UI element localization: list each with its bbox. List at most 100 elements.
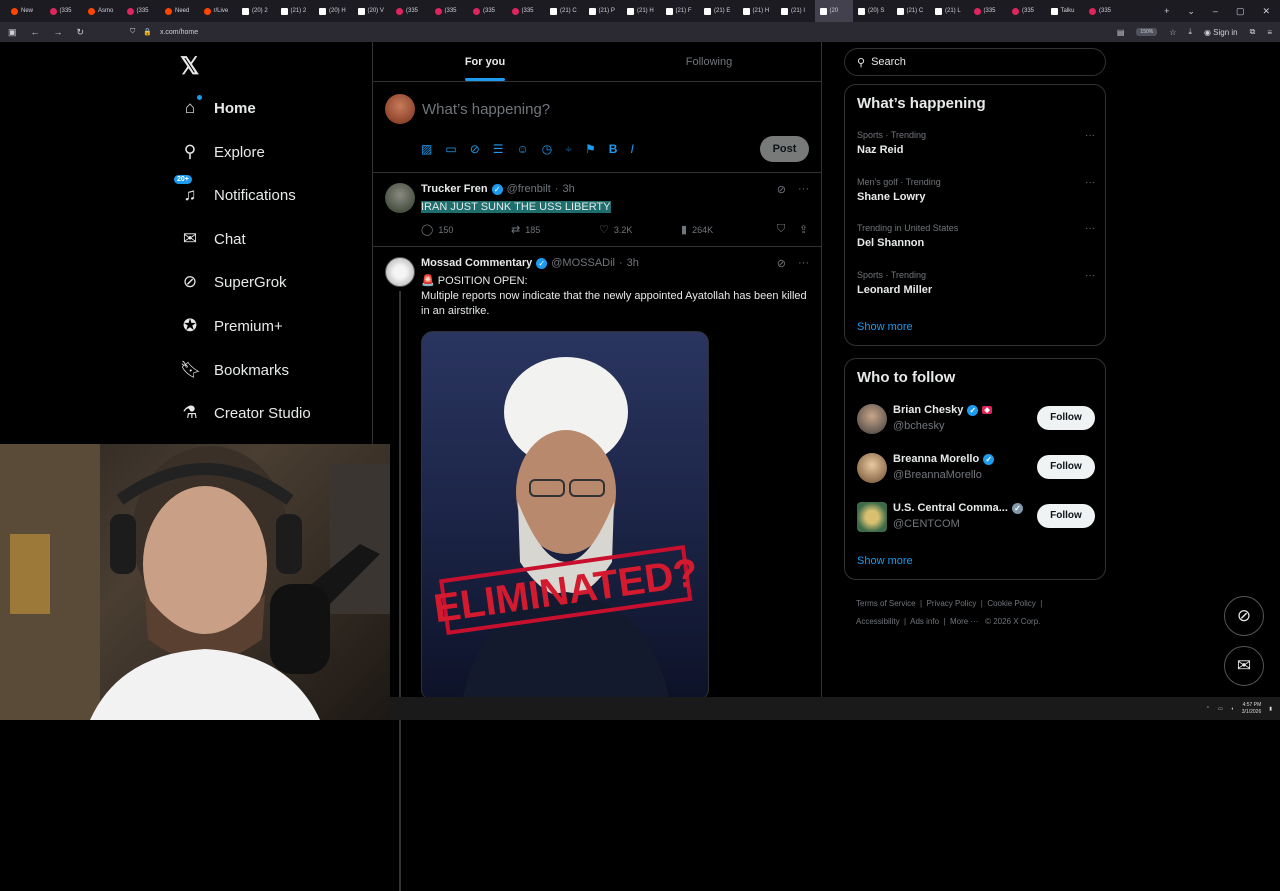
footer-link[interactable]: More ··· <box>950 617 978 626</box>
browser-tab[interactable]: (20) H <box>314 0 353 22</box>
follow-suggestion[interactable]: U.S. Central Comma... ✓ @CENTCOM Follow <box>857 502 1095 536</box>
browser-tab[interactable]: (20) S <box>853 0 892 22</box>
nav-item-chat[interactable]: ✉ Chat <box>180 229 246 249</box>
follow-suggestion[interactable]: Breanna Morello ✓ @BreannaMorello Follow <box>857 453 1095 487</box>
compose-input[interactable]: What’s happening? <box>422 101 550 118</box>
close-icon[interactable]: ✕ <box>1262 6 1270 17</box>
browser-tab[interactable]: Asmo <box>83 0 122 22</box>
browser-tab[interactable]: (335 <box>969 0 1008 22</box>
reload-icon[interactable]: ↻ <box>77 27 85 38</box>
browser-tab[interactable]: r/Live <box>199 0 238 22</box>
download-icon[interactable]: ⤓ <box>1188 27 1192 37</box>
speaker-icon[interactable]: ◖ <box>1231 706 1234 712</box>
tweet-avatar[interactable] <box>385 183 415 213</box>
grok-fab-button[interactable]: ⊘ <box>1224 596 1264 636</box>
zoom-level[interactable]: 150% <box>1136 28 1158 36</box>
avatar[interactable] <box>857 404 887 434</box>
new-tab-icon[interactable]: + <box>1164 6 1169 16</box>
tweet[interactable]: Mossad Commentary ✓ @MOSSADil · 3h ⊘ ···… <box>373 247 821 891</box>
clock[interactable]: 4:57 PM 3/1/2026 <box>1242 702 1261 716</box>
browser-tab[interactable]: Talku <box>1046 0 1085 22</box>
follow-button[interactable]: Follow <box>1037 504 1095 528</box>
emoji-icon[interactable]: ☺ <box>517 142 529 157</box>
more-icon[interactable]: ··· <box>798 183 809 196</box>
star-icon[interactable]: ☆ <box>1169 28 1176 37</box>
trend-item[interactable]: Trending in United States Del Shannon ··… <box>857 223 1095 249</box>
address-bar[interactable]: ⛉ 🔒 x.com/home <box>130 28 198 36</box>
share-button[interactable]: ⇪ <box>799 223 808 236</box>
avatar[interactable] <box>857 502 887 532</box>
browser-tab[interactable]: (335 <box>1007 0 1046 22</box>
tweet-author[interactable]: Mossad Commentary <box>421 257 532 269</box>
post-button[interactable]: Post <box>760 136 809 162</box>
browser-tab[interactable]: (335 <box>122 0 161 22</box>
tweet-time[interactable]: 3h <box>563 183 575 195</box>
browser-tab[interactable]: (335 <box>45 0 84 22</box>
browser-tab[interactable]: (21) 2 <box>276 0 315 22</box>
nav-item-supergrok[interactable]: ⊘ SuperGrok <box>180 272 287 292</box>
extensions-icon[interactable]: ⧉ <box>1250 27 1256 37</box>
trend-item[interactable]: Men's golf · Trending Shane Lowry ··· <box>857 177 1095 203</box>
sidebar-icon[interactable]: ▣ <box>8 27 17 38</box>
flag-icon[interactable]: ⚑ <box>585 142 596 157</box>
grok-icon[interactable]: ⊘ <box>470 142 480 157</box>
browser-tab[interactable]: (335 <box>507 0 546 22</box>
follow-button[interactable]: Follow <box>1037 455 1095 479</box>
browser-tab[interactable]: (21) E <box>699 0 738 22</box>
nav-item-premium[interactable]: ✪ Premium+ <box>180 316 283 336</box>
footer-link[interactable]: Cookie Policy <box>987 599 1035 608</box>
tweet[interactable]: Trucker Fren ✓ @frenbilt · 3h ⊘ ··· IRAN… <box>373 173 821 247</box>
follow-suggestion[interactable]: Brian Chesky ✓ ◆ @bchesky Follow <box>857 404 1095 438</box>
search-input[interactable]: ⚲ Search <box>844 48 1106 76</box>
messages-fab-button[interactable]: ✉ <box>1224 646 1264 686</box>
back-icon[interactable]: ← <box>31 27 40 38</box>
poll-icon[interactable]: ☰ <box>493 142 504 157</box>
browser-tab[interactable]: (20) V <box>353 0 392 22</box>
menu-icon[interactable]: ≡ <box>1267 28 1272 37</box>
footer-link[interactable]: Ads info <box>910 617 939 626</box>
browser-tab[interactable]: (21) C <box>545 0 584 22</box>
tweet-time[interactable]: 3h <box>627 257 639 269</box>
tweet-avatar[interactable] <box>385 257 415 287</box>
browser-tab[interactable]: (20) 2 <box>237 0 276 22</box>
avatar[interactable] <box>857 453 887 483</box>
nav-item-creator-studio[interactable]: ⚗ Creator Studio <box>180 403 310 423</box>
browser-tab[interactable]: (21) H <box>738 0 777 22</box>
reply-button[interactable]: ◯ 150 <box>421 223 511 236</box>
trend-item[interactable]: Sports · Trending Naz Reid ··· <box>857 130 1095 156</box>
grok-icon[interactable]: ⊘ <box>777 183 786 196</box>
browser-tab[interactable]: Need <box>160 0 199 22</box>
bold-icon[interactable]: B <box>609 142 618 157</box>
minimize-icon[interactable]: – <box>1213 6 1218 16</box>
nav-item-home[interactable]: ⌂ Home <box>180 95 256 118</box>
browser-tab[interactable]: (335 <box>391 0 430 22</box>
user-avatar[interactable] <box>385 94 415 124</box>
maximize-icon[interactable]: ▢ <box>1236 6 1245 17</box>
more-icon[interactable]: ··· <box>1085 130 1095 141</box>
footer-link[interactable]: Privacy Policy <box>927 599 977 608</box>
tweet-author[interactable]: Trucker Fren <box>421 183 488 195</box>
tweet-handle[interactable]: @frenbilt <box>507 183 551 195</box>
schedule-icon[interactable]: ◷ <box>542 142 552 157</box>
notification-center-icon[interactable]: ▮ <box>1269 706 1272 712</box>
more-icon[interactable]: ··· <box>798 257 809 270</box>
chevron-down-icon[interactable]: ⌄ <box>1187 6 1195 17</box>
trend-item[interactable]: Sports · Trending Leonard Miller ··· <box>857 270 1095 296</box>
views-button[interactable]: ▮ 264K <box>681 223 777 236</box>
browser-tab[interactable]: (21) L <box>930 0 969 22</box>
nav-item-bookmarks[interactable]: 🔖︎ Bookmarks <box>180 360 289 380</box>
more-icon[interactable]: ··· <box>1085 270 1095 281</box>
grok-icon[interactable]: ⊘ <box>777 257 786 270</box>
browser-tab[interactable]: (335 <box>468 0 507 22</box>
gif-icon[interactable]: ▭ <box>445 142 456 157</box>
tab-for-you[interactable]: For you <box>373 42 597 81</box>
x-logo-icon[interactable]: 𝕏 <box>180 52 199 81</box>
tab-following[interactable]: Following <box>597 42 821 81</box>
footer-link[interactable]: Accessibility <box>856 617 900 626</box>
follow-button[interactable]: Follow <box>1037 406 1095 430</box>
bookmark-button[interactable]: ⛉ <box>777 223 799 236</box>
browser-tab[interactable]: (335 <box>1084 0 1123 22</box>
more-icon[interactable]: ··· <box>1085 177 1095 188</box>
tray-chevron-icon[interactable]: ⌃ <box>1206 706 1210 712</box>
footer-link[interactable]: Terms of Service <box>856 599 916 608</box>
